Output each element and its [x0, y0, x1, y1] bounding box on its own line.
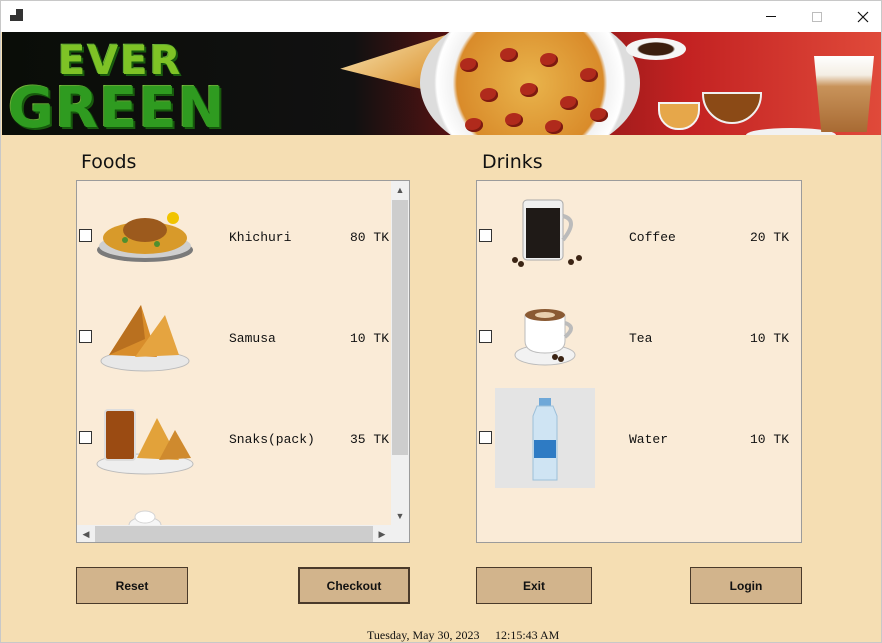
iced-drink-image	[814, 56, 874, 132]
water-bottle-image	[495, 388, 595, 488]
scroll-right-icon[interactable]: ▶	[373, 525, 391, 542]
banner-image: EVER GREEN	[2, 32, 881, 135]
item-name: Tea	[629, 331, 653, 346]
tea-image	[514, 309, 576, 366]
khichuri-image	[97, 212, 193, 262]
minimize-icon	[766, 16, 776, 17]
minimize-button[interactable]	[748, 1, 794, 32]
item-name: Samusa	[229, 331, 276, 346]
scroll-corner	[391, 525, 409, 542]
scroll-thumb[interactable]	[392, 200, 408, 455]
drinks-heading: Drinks	[482, 151, 543, 173]
food-item-samusa: Samusa 10 TK	[77, 284, 393, 384]
item-price: 10 TK	[749, 432, 789, 447]
checkbox-water[interactable]	[479, 431, 492, 444]
exit-button[interactable]: Exit	[476, 567, 592, 604]
checkbox-coffee[interactable]	[479, 229, 492, 242]
maximize-icon	[812, 11, 822, 22]
checkbox-samusa[interactable]	[79, 330, 92, 343]
snacks-pack-image	[96, 409, 194, 475]
reset-button[interactable]: Reset	[76, 567, 188, 604]
maximize-button[interactable]	[794, 1, 840, 32]
food-item-snaks-pack: Snaks(pack) 35 TK	[77, 385, 393, 485]
drink-item-water: Water 10 TK	[477, 385, 793, 488]
login-button[interactable]: Login	[690, 567, 802, 604]
time-label: 12:15:43 AM	[495, 628, 560, 642]
tea-cup-image	[658, 102, 700, 130]
foods-list-panel[interactable]: Khichuri 80 TK Samusa 10 TK Snaks(pack)	[76, 180, 410, 543]
checkout-button[interactable]: Checkout	[298, 567, 410, 604]
app-window: EVER GREEN Foods Khichuri 80 TK Samusa 1…	[0, 0, 882, 643]
item-name: Water	[629, 432, 669, 447]
item-name: Coffee	[629, 230, 676, 245]
item-price: 35 TK	[349, 432, 389, 447]
logo-text-green: GREEN	[8, 76, 226, 135]
coffee-image	[512, 199, 582, 267]
foods-horizontal-scrollbar[interactable]: ◀ ▶	[77, 525, 391, 542]
item-price: 10 TK	[749, 331, 789, 346]
app-icon	[10, 9, 26, 25]
foods-vertical-scrollbar[interactable]: ▲ ▼	[391, 181, 409, 525]
date-label: Tuesday, May 30, 2023	[367, 628, 480, 642]
drinks-list-panel[interactable]: Coffee 20 TK Tea 10 TK Water 10 TK	[476, 180, 802, 543]
scroll-left-icon[interactable]: ◀	[77, 525, 95, 542]
checkbox-tea[interactable]	[479, 330, 492, 343]
checkbox-khichuri[interactable]	[79, 229, 92, 242]
item-name: Snaks(pack)	[229, 432, 315, 447]
item-price: 20 TK	[749, 230, 789, 245]
scroll-thumb-horizontal[interactable]	[95, 526, 373, 542]
item-price: 10 TK	[349, 331, 389, 346]
title-bar	[1, 1, 881, 32]
samusa-image	[100, 305, 190, 372]
food-item-khichuri: Khichuri 80 TK	[77, 183, 393, 283]
foods-heading: Foods	[81, 151, 137, 173]
close-icon	[857, 11, 869, 22]
close-button[interactable]	[840, 1, 881, 32]
scroll-up-icon[interactable]: ▲	[391, 181, 409, 199]
item-name: Khichuri	[229, 230, 292, 245]
drink-item-tea: Tea 10 TK	[477, 284, 793, 384]
drink-item-coffee: Coffee 20 TK	[477, 183, 793, 283]
coffee-cup-image	[626, 38, 686, 60]
pizza-image	[420, 32, 640, 135]
drink-bowl-image	[702, 92, 762, 124]
checkbox-snaks-pack[interactable]	[79, 431, 92, 444]
scroll-down-icon[interactable]: ▼	[391, 507, 409, 525]
item-price: 80 TK	[349, 230, 389, 245]
